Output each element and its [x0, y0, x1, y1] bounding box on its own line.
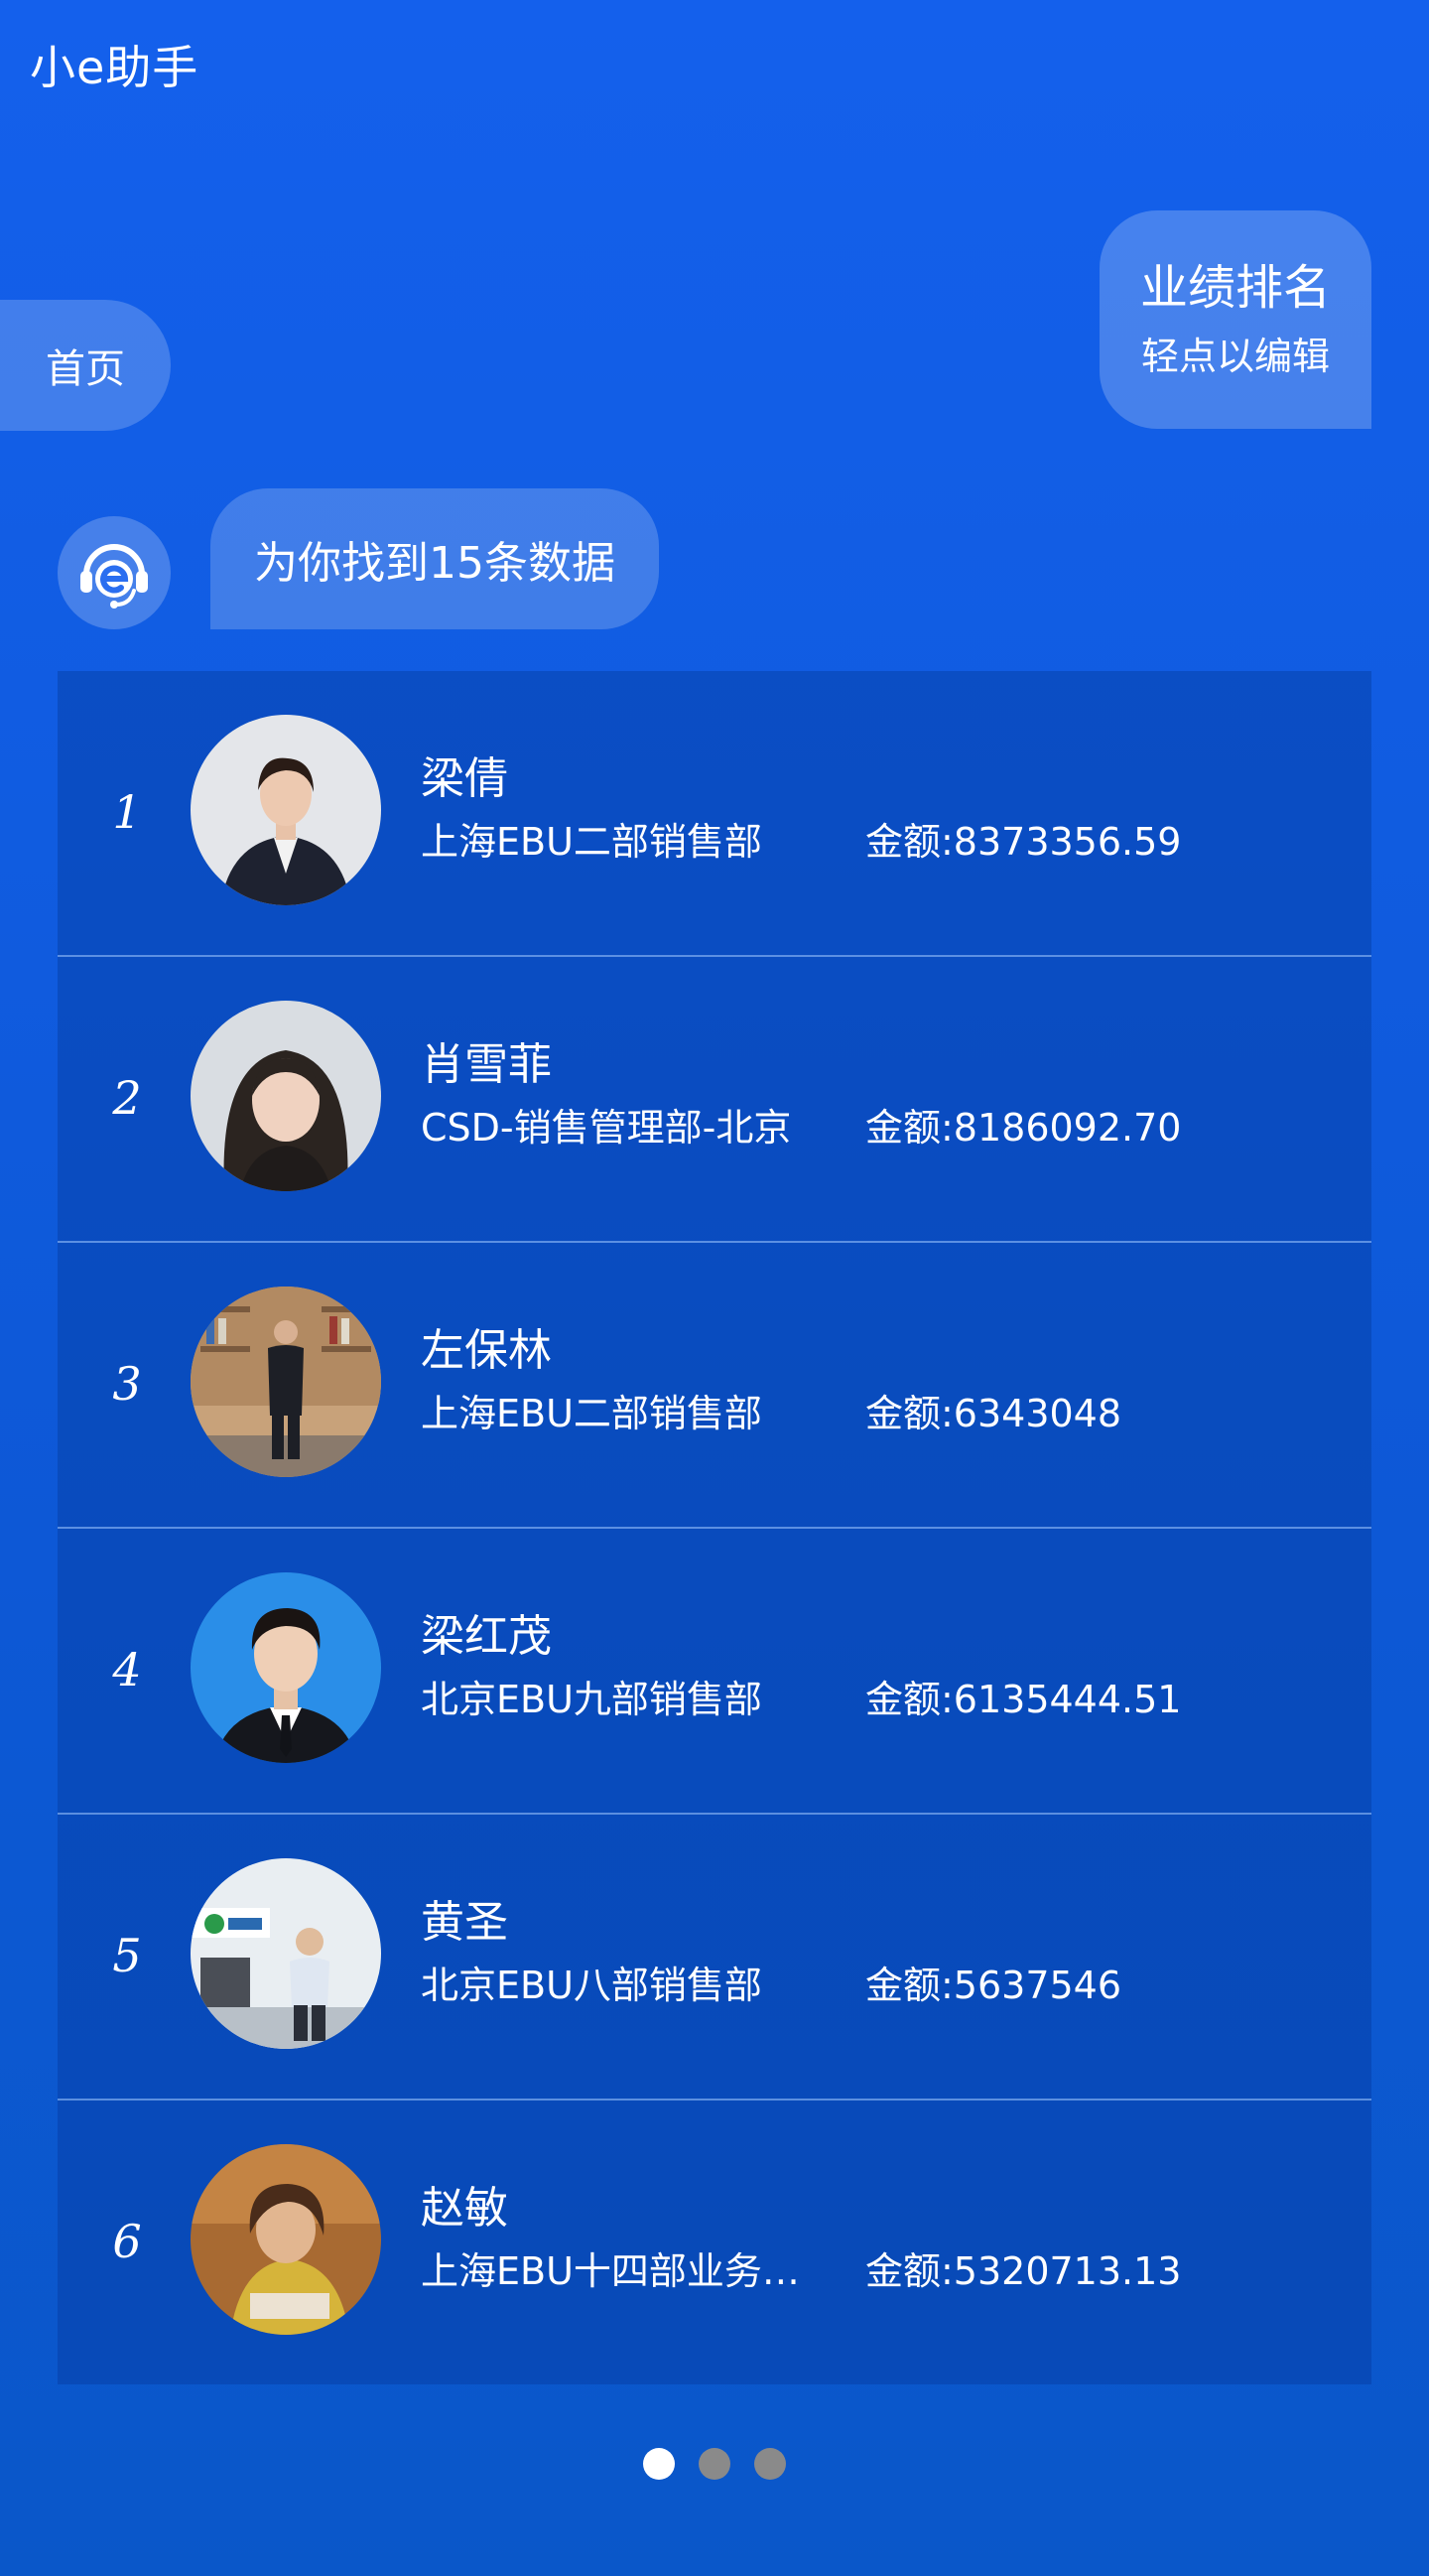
ranking-row[interactable]: 1 梁倩 上海EBU二部销售部 金额:8373356.59 — [58, 671, 1371, 957]
person-name: 梁倩 — [421, 753, 508, 804]
ranking-row[interactable]: 4 梁红茂 北京EBU九部销售部 金额:6135444.51 — [58, 1529, 1371, 1815]
person-photo — [191, 1001, 381, 1191]
person-photo — [191, 2144, 381, 2335]
ranking-list: 1 梁倩 上海EBU二部销售部 金额:8373356.59 2 肖雪菲 CSD-… — [58, 671, 1371, 2384]
person-department: 上海EBU二部销售部 — [421, 820, 762, 864]
person-name: 赵敏 — [421, 2183, 508, 2234]
person-amount: 金额:5637546 — [865, 1964, 1122, 2007]
page-dot-1[interactable] — [643, 2448, 675, 2480]
rank-number: 3 — [112, 1357, 142, 1411]
person-amount: 金额:8373356.59 — [865, 820, 1182, 864]
person-name: 肖雪菲 — [421, 1039, 552, 1090]
person-department: CSD-销售管理部-北京 — [421, 1106, 792, 1150]
person-department: 北京EBU九部销售部 — [421, 1678, 762, 1721]
rank-number: 2 — [112, 1071, 142, 1125]
rank-number: 5 — [112, 1929, 142, 1982]
ranking-row[interactable]: 6 赵敏 上海EBU十四部业务… 金额:5320713.13 — [58, 2101, 1371, 2384]
rank-number: 1 — [112, 785, 142, 839]
assistant-avatar — [58, 516, 171, 629]
person-amount: 金额:6135444.51 — [865, 1678, 1182, 1721]
person-amount: 金额:6343048 — [865, 1392, 1122, 1435]
person-department: 上海EBU二部销售部 — [421, 1392, 762, 1435]
person-department: 北京EBU八部销售部 — [421, 1964, 762, 2007]
person-photo — [191, 1572, 381, 1763]
user-query-bubble[interactable]: 业绩排名 轻点以编辑 — [1100, 210, 1371, 429]
person-name: 梁红茂 — [421, 1611, 552, 1662]
rank-number: 6 — [112, 2215, 142, 2268]
person-amount: 金额:5320713.13 — [865, 2249, 1182, 2293]
home-button[interactable]: 首页 — [0, 300, 171, 431]
person-photo — [191, 1287, 381, 1477]
headset-e-icon — [80, 544, 148, 609]
person-photo — [191, 715, 381, 905]
ranking-row[interactable]: 2 肖雪菲 CSD-销售管理部-北京 金额:8186092.70 — [58, 957, 1371, 1243]
person-department: 上海EBU十四部业务… — [421, 2249, 800, 2293]
person-name: 黄圣 — [421, 1897, 508, 1948]
assistant-reply-bubble: 为你找到15条数据 — [210, 488, 659, 629]
app-title: 小e助手 — [30, 41, 199, 94]
person-photo — [191, 1858, 381, 2049]
ranking-row[interactable]: 3 左保林 上海EBU二部销售部 金额:6343048 — [58, 1243, 1371, 1529]
person-name: 左保林 — [421, 1325, 552, 1376]
page-dot-2[interactable] — [699, 2448, 730, 2480]
user-query-text: 业绩排名 — [1139, 260, 1331, 316]
person-amount: 金额:8186092.70 — [865, 1106, 1182, 1150]
edit-hint: 轻点以编辑 — [1140, 335, 1330, 378]
page-dot-3[interactable] — [754, 2448, 786, 2480]
page-indicator — [0, 2448, 1429, 2480]
ranking-row[interactable]: 5 黄圣 北京EBU八部销售部 金额:5637546 — [58, 1815, 1371, 2101]
rank-number: 4 — [112, 1643, 142, 1696]
